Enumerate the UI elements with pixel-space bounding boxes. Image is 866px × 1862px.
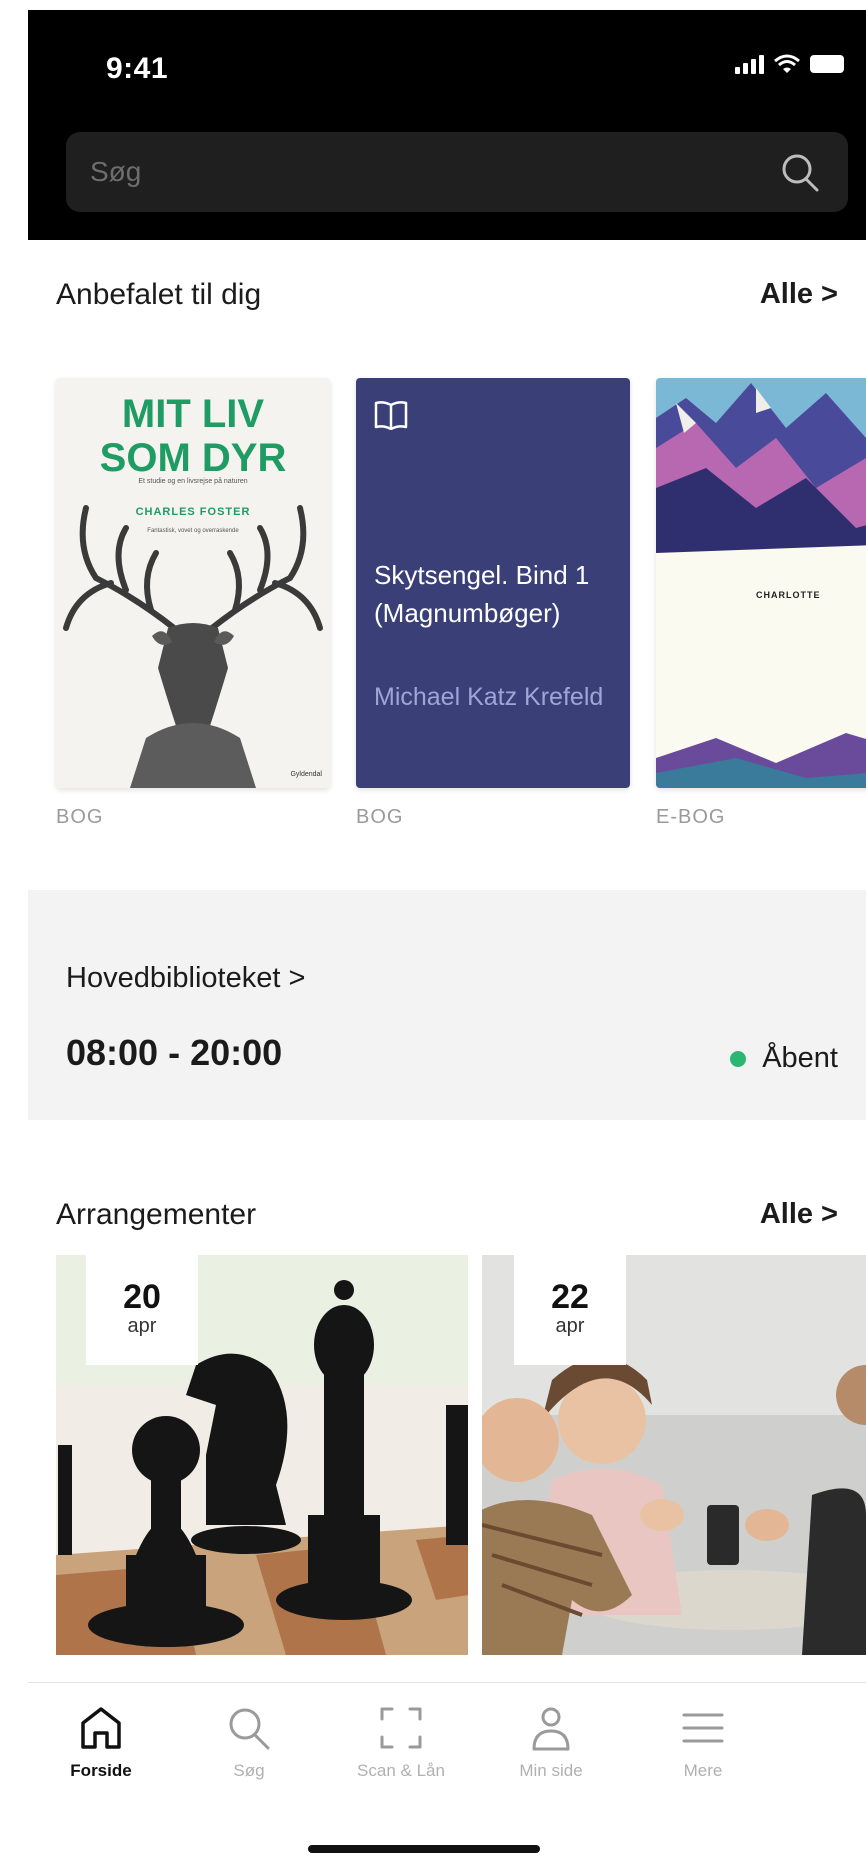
event-date-badge: 22 apr: [514, 1255, 626, 1365]
status-time: 9:41: [106, 52, 169, 85]
event-month: apr: [127, 1315, 157, 1337]
search-icon: [229, 1708, 270, 1750]
person-icon: [532, 1707, 570, 1751]
book-cover[interactable]: MIT LIV SOM DYR Et studie og en livsrejs…: [56, 378, 330, 788]
book-card[interactable]: MIT LIV SOM DYR Et studie og en livsrejs…: [56, 378, 330, 829]
book-cover[interactable]: CHARLOTTE: [656, 378, 866, 788]
nav-item-search[interactable]: Søg: [174, 1705, 324, 1781]
recommended-title: Anbefalet til dig: [56, 278, 262, 311]
event-date-badge: 20 apr: [86, 1255, 198, 1365]
home-indicator[interactable]: [308, 1845, 540, 1853]
recommended-see-all-link[interactable]: Alle >: [760, 278, 838, 311]
nav-label: Søg: [233, 1761, 265, 1780]
stag-illustration: [63, 505, 323, 788]
search-input[interactable]: Søg: [66, 132, 848, 212]
book-type: BOG: [356, 806, 404, 828]
library-hours-card[interactable]: [28, 890, 866, 1120]
event-card[interactable]: 22 apr: [482, 1255, 866, 1655]
nav-label: Forside: [70, 1761, 132, 1780]
status-icons: [735, 54, 844, 74]
nav-item-profile[interactable]: Min side: [476, 1705, 626, 1781]
bottom-navigation: Forside Søg Scan & Lån Min side Mere: [28, 1682, 866, 1862]
book-card[interactable]: CHARLOTTE E-BOG: [656, 378, 866, 829]
event-day: 22: [551, 1278, 589, 1316]
cover-author: CHARLOTTE: [756, 590, 821, 600]
home-icon: [81, 1707, 121, 1749]
mountain-illustration: [656, 378, 866, 788]
scan-icon: [380, 1707, 422, 1749]
wifi-icon: [774, 54, 800, 73]
status-dot-icon: [730, 1050, 747, 1067]
book-type: BOG: [56, 806, 104, 828]
nav-item-more[interactable]: Mere: [628, 1705, 778, 1781]
nav-label: Scan & Lån: [357, 1761, 445, 1780]
search-icon[interactable]: [780, 152, 820, 192]
book-type: E-BOG: [656, 806, 726, 828]
book-author: Michael Katz Krefeld: [374, 683, 604, 711]
cover-publisher: Gyldendal: [290, 771, 322, 778]
event-month: apr: [555, 1315, 585, 1337]
cellular-signal-icon: [735, 54, 764, 74]
open-status: Åbent: [730, 1042, 838, 1075]
search-placeholder: Søg: [90, 156, 142, 187]
event-card[interactable]: 20 apr: [56, 1255, 468, 1655]
menu-icon: [682, 1713, 724, 1743]
open-book-icon: [374, 401, 408, 430]
battery-icon: [810, 55, 844, 73]
nav-label: Min side: [519, 1761, 583, 1780]
book-card[interactable]: Skytsengel. Bind 1 (Magnumbøger) Michael…: [356, 378, 630, 829]
events-see-all-link[interactable]: Alle >: [760, 1198, 838, 1231]
library-name-link[interactable]: Hovedbiblioteket >: [66, 962, 305, 995]
header: 9:41 Søg: [28, 10, 866, 240]
nav-item-scan[interactable]: Scan & Lån: [326, 1705, 476, 1781]
book-cover[interactable]: Skytsengel. Bind 1 (Magnumbøger) Michael…: [356, 378, 630, 788]
nav-label: Mere: [683, 1761, 723, 1780]
opening-hours: 08:00 - 20:00: [66, 1032, 283, 1073]
phone-screen: 9:41 Søg Anbefalet til dig Alle > MIT LI…: [28, 10, 866, 1862]
nav-item-forside[interactable]: Forside: [28, 1705, 176, 1781]
open-status-label: Åbent: [762, 1042, 838, 1074]
events-title: Arrangementer: [56, 1198, 257, 1231]
event-day: 20: [123, 1278, 161, 1316]
book-title: Skytsengel. Bind 1 (Magnumbøger): [374, 560, 590, 628]
